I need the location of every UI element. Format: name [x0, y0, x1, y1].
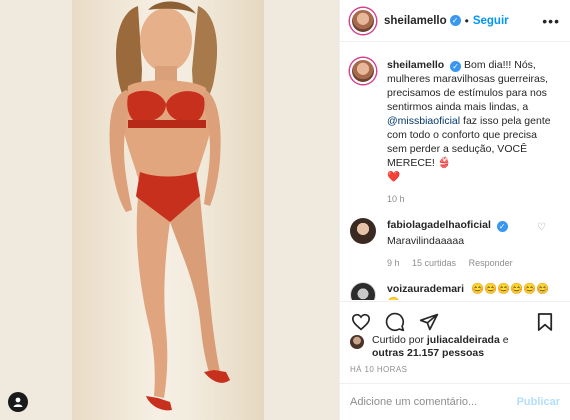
reply-button[interactable]: Responder: [469, 258, 513, 268]
share-send-icon[interactable]: [418, 311, 440, 333]
comment-like-heart-icon[interactable]: ♡: [537, 286, 546, 297]
post-header: sheilamello ✓ • Seguir •••: [340, 0, 570, 42]
likes-text: Curtido por juliacaldeirada e outras 21.…: [372, 334, 509, 360]
tagged-user-icon[interactable]: [8, 392, 28, 412]
caption-emoji-line: ❤️: [387, 171, 401, 183]
add-comment-bar: Publicar: [340, 383, 570, 420]
comment-like-heart-icon[interactable]: ♡: [537, 222, 546, 233]
posted-time[interactable]: HÁ 10 HORAS: [350, 365, 407, 374]
comment-item: voizaurademari 😊😊😊😊😊😊😊 ♡: [350, 282, 560, 300]
separator-dot: •: [464, 13, 469, 28]
comment-time[interactable]: 9 h: [387, 258, 400, 268]
follow-button[interactable]: Seguir: [473, 15, 509, 27]
verified-badge-icon: ✓: [450, 61, 462, 72]
comment-author[interactable]: fabiolagadelhaoficial: [387, 219, 491, 231]
model-figure: [109, 1, 230, 411]
caption: sheilamello ✓ Bom dia!!! Nós, mulheres m…: [350, 58, 560, 206]
likes-summary: Curtido por juliacaldeirada e outras 21.…: [350, 334, 509, 360]
likes-others[interactable]: outras 21.157 pessoas: [372, 347, 484, 359]
comment-body: fabiolagadelhaoficial ✓ Maravilindaaaaa …: [387, 218, 557, 270]
verified-badge-icon: ✓: [449, 15, 461, 26]
comment-bubble-icon[interactable]: [384, 311, 406, 333]
bookmark-icon[interactable]: [534, 311, 556, 333]
liker-username[interactable]: juliacaldeirada: [427, 334, 500, 346]
action-bar: [340, 301, 570, 335]
comment-input[interactable]: [350, 396, 517, 408]
comment-body: voizaurademari 😊😊😊😊😊😊😊: [387, 282, 557, 300]
author-username[interactable]: sheilamello: [384, 15, 447, 27]
publish-button[interactable]: Publicar: [517, 396, 560, 408]
author-avatar[interactable]: [350, 7, 376, 34]
liker-avatar[interactable]: [350, 335, 364, 349]
likes-middle: e: [499, 334, 509, 346]
comment-author[interactable]: voizaurademari: [387, 283, 464, 295]
comments-list: sheilamello ✓ Bom dia!!! Nós, mulheres m…: [340, 50, 570, 300]
post-photo[interactable]: [0, 0, 339, 420]
post-sidebar: sheilamello ✓ • Seguir ••• sheilamello ✓…: [339, 0, 570, 420]
caption-author[interactable]: sheilamello: [387, 59, 444, 71]
like-heart-icon[interactable]: [350, 311, 372, 333]
verified-badge-icon: ✓: [496, 221, 508, 232]
commenter-avatar[interactable]: [350, 218, 376, 244]
comment-item: fabiolagadelhaoficial ✓ Maravilindaaaaa …: [350, 218, 560, 270]
caption-meta: 10 h: [387, 192, 557, 206]
caption-author-avatar[interactable]: [350, 58, 376, 84]
more-horizontal-icon[interactable]: •••: [542, 13, 560, 29]
comment-likes[interactable]: 15 curtidas: [412, 258, 456, 268]
caption-mention-link[interactable]: @missbiaoficial: [387, 115, 460, 127]
likes-prefix: Curtido por: [372, 334, 427, 346]
comment-text: Maravilindaaaaa: [387, 235, 465, 247]
caption-body: sheilamello ✓ Bom dia!!! Nós, mulheres m…: [387, 58, 557, 206]
commenter-avatar[interactable]: [350, 282, 376, 300]
comment-meta: 9 h 15 curtidas Responder: [387, 256, 557, 270]
caption-time[interactable]: 10 h: [387, 194, 405, 204]
